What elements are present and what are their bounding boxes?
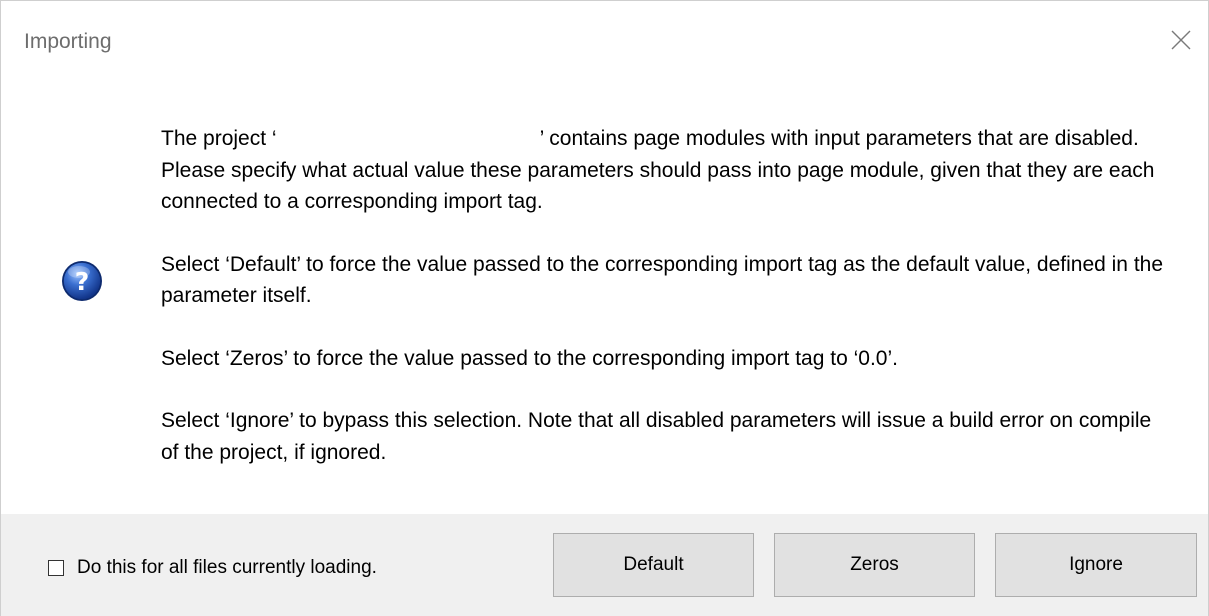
dialog-footer: Do this for all files currently loading.…: [1, 514, 1208, 616]
window-title: Importing: [24, 30, 112, 53]
close-icon: [1171, 30, 1191, 50]
svg-text:?: ?: [75, 267, 90, 296]
message-text: The project ‘’ contains page modules wit…: [161, 123, 1171, 499]
default-button[interactable]: Default: [553, 533, 754, 597]
message-project-prefix: The project ‘: [161, 127, 277, 150]
message-paragraph-project: The project ‘’ contains page modules wit…: [161, 123, 1171, 218]
zeros-button[interactable]: Zeros: [774, 533, 975, 597]
ignore-button[interactable]: Ignore: [995, 533, 1197, 597]
checkbox-box[interactable]: [48, 560, 64, 576]
checkbox-label: Do this for all files currently loading.: [77, 557, 377, 578]
title-bar: Importing: [1, 1, 1208, 81]
apply-to-all-checkbox[interactable]: Do this for all files currently loading.: [48, 557, 377, 579]
message-paragraph-zeros: Select ‘Zeros’ to force the value passed…: [161, 346, 898, 370]
close-button[interactable]: [1164, 23, 1198, 57]
import-dialog: Importing ? The project ‘’ contains page…: [0, 0, 1209, 616]
message-paragraph-default: Select ‘Default’ to force the value pass…: [161, 252, 1164, 308]
dialog-content: ? The project ‘’ contains page modules w…: [1, 81, 1208, 514]
question-icon: ?: [62, 261, 102, 301]
message-paragraph-ignore: Select ‘Ignore’ to bypass this selection…: [161, 409, 1152, 464]
message-project-suffix: ’ contains page modules with input param…: [161, 127, 1155, 213]
